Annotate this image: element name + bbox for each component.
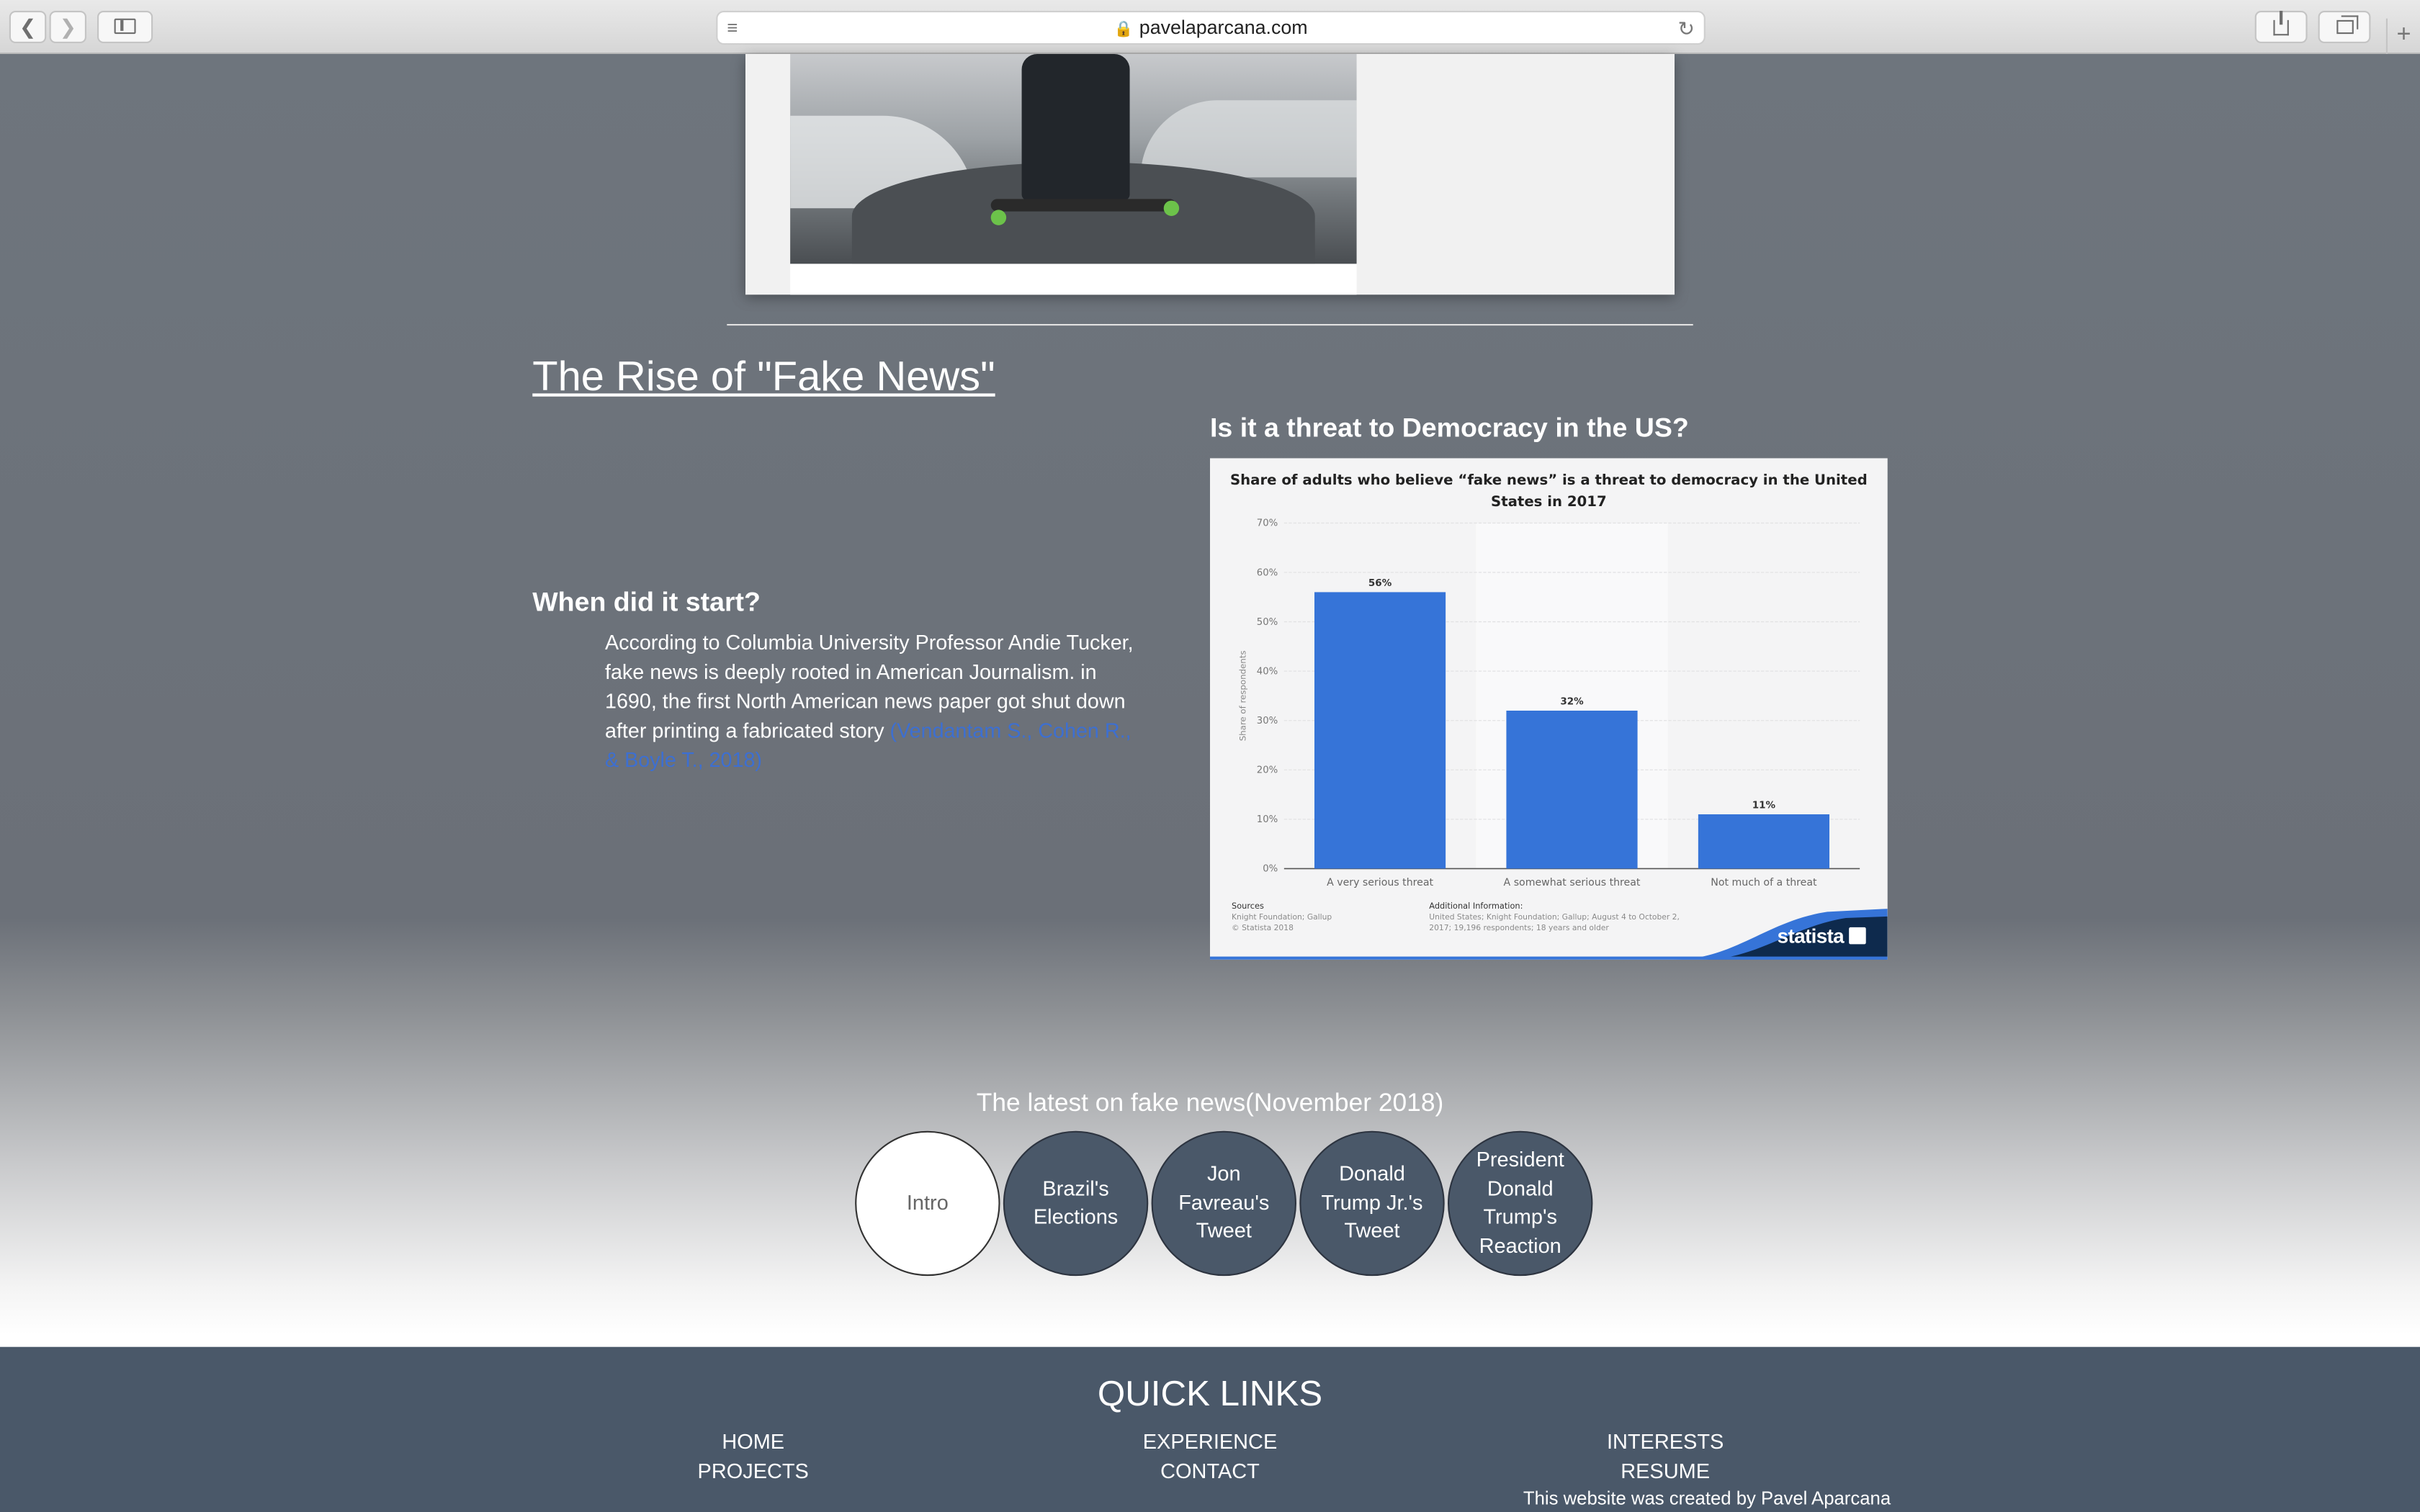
chart-title: Share of adults who believe “fake news” … [1229,472,1868,511]
bar-chart: 0% 10% 20% 30% 40% 50% 60% 70% Share of responde… [1237,518,1860,888]
bubble-donald-trump-jr-tweet[interactable]: Donald Trump Jr.'s Tweet [1299,1130,1445,1277]
bar-value-label: 56% [1368,577,1392,589]
lock-icon: 🔒 [1113,22,1134,39]
url-text: pavelaparcana.com [1139,17,1308,39]
chart-bar [1698,814,1829,869]
y-tick-label: 0% [1263,864,1278,875]
y-tick-label: 10% [1257,814,1278,825]
x-category-label: A very serious threat [1327,877,1433,888]
bar-value-label: 11% [1752,799,1776,811]
y-tick-label: 70% [1257,518,1278,529]
tabs-overview-icon [2336,15,2358,35]
reload-icon[interactable]: ↻ [1677,12,1694,45]
section-divider [727,324,1693,326]
chart-additional-info: Additional Information: United States; K… [1429,903,1680,935]
skateboard-video[interactable] [790,54,1357,264]
additional-label: Additional Information: [1429,902,1523,912]
y-tick-label: 50% [1257,617,1278,628]
tabs-button[interactable] [2318,11,2371,43]
video-card [745,54,1675,295]
y-tick-label: 60% [1257,567,1278,578]
article-paragraph: According to Columbia University Profess… [605,628,1137,775]
share-button[interactable] [2254,11,2308,43]
quick-links-title: QUICK LINKS [1097,1373,1323,1413]
back-button[interactable]: ❮ [9,11,47,43]
article-title: The Rise of "Fake News" [532,353,995,400]
x-category-label: Not much of a threat [1711,877,1817,888]
new-tab-button[interactable]: + [2385,18,2420,54]
forward-button[interactable]: ❯ [49,11,86,43]
additional-line-1: United States; Knight Foundation; Gallup… [1429,913,1680,923]
chevron-left-icon: ❮ [19,15,37,39]
latest-title: The latest on fake news(November 2018) [976,1089,1444,1117]
chart-heading: Is it a threat to Democracy in the US? [1210,412,1689,443]
page-content: The Rise of "Fake News" Is it a threat t… [0,54,2420,1512]
latest-bubbles: Intro Brazil's Elections Jon Favreau's T… [855,1130,1596,1277]
video-caption-strip [790,264,1357,295]
chart-bar [1506,711,1638,869]
address-bar[interactable]: ≡ 🔒 pavelaparcana.com ↻ [716,11,1706,45]
y-tick-label: 40% [1257,666,1278,677]
link-home[interactable]: HOME [645,1430,861,1453]
sources-line-2: © Statista 2018 [1232,924,1294,934]
y-tick-label: 20% [1257,765,1278,776]
bubble-intro[interactable]: Intro [855,1130,1000,1277]
y-axis-label: Share of respondents [1237,651,1247,742]
reader-icon[interactable]: ≡ [727,12,738,45]
plus-icon: + [2396,22,2411,48]
footer: QUICK LINKS HOME PROJECTS EXPERIENCE CON… [0,1346,2420,1512]
bubble-president-trump-reaction[interactable]: President Donald Trump's Reaction [1447,1130,1593,1277]
additional-line-2: 2017; 19,196 respondents; 18 years and o… [1429,924,1609,934]
statista-chart: Share of adults who believe “fake news” … [1210,458,1888,960]
sources-line-1: Knight Foundation; Gallup [1232,913,1332,923]
browser-toolbar: ❮ ❯ ≡ 🔒 pavelaparcana.com ↻ + [0,0,2420,54]
sidebar-button[interactable] [97,11,153,43]
link-projects[interactable]: PROJECTS [645,1459,861,1482]
link-contact[interactable]: CONTACT [1102,1459,1318,1482]
chart-bar [1314,592,1446,869]
x-category-label: A somewhat serious threat [1504,877,1641,888]
chart-sources: Sources Knight Foundation; Gallup © Stat… [1232,903,1332,935]
bubble-brazil-elections[interactable]: Brazil's Elections [1003,1130,1149,1277]
bubble-jon-favreau-tweet[interactable]: Jon Favreau's Tweet [1151,1130,1296,1277]
link-resume[interactable]: RESUME [1557,1459,1773,1482]
sidebar-icon [114,18,136,35]
chevron-right-icon: ❯ [59,15,76,39]
site-credit: This website was created by Pavel Aparca… [1523,1487,1891,1509]
when-heading: When did it start? [532,586,761,618]
bar-value-label: 32% [1560,696,1584,707]
share-icon [2273,11,2289,36]
link-experience[interactable]: EXPERIENCE [1102,1430,1318,1453]
y-tick-label: 30% [1257,716,1278,726]
sources-label: Sources [1232,902,1264,912]
link-interests[interactable]: INTERESTS [1557,1430,1773,1453]
statista-logo: statista [1778,924,1866,948]
